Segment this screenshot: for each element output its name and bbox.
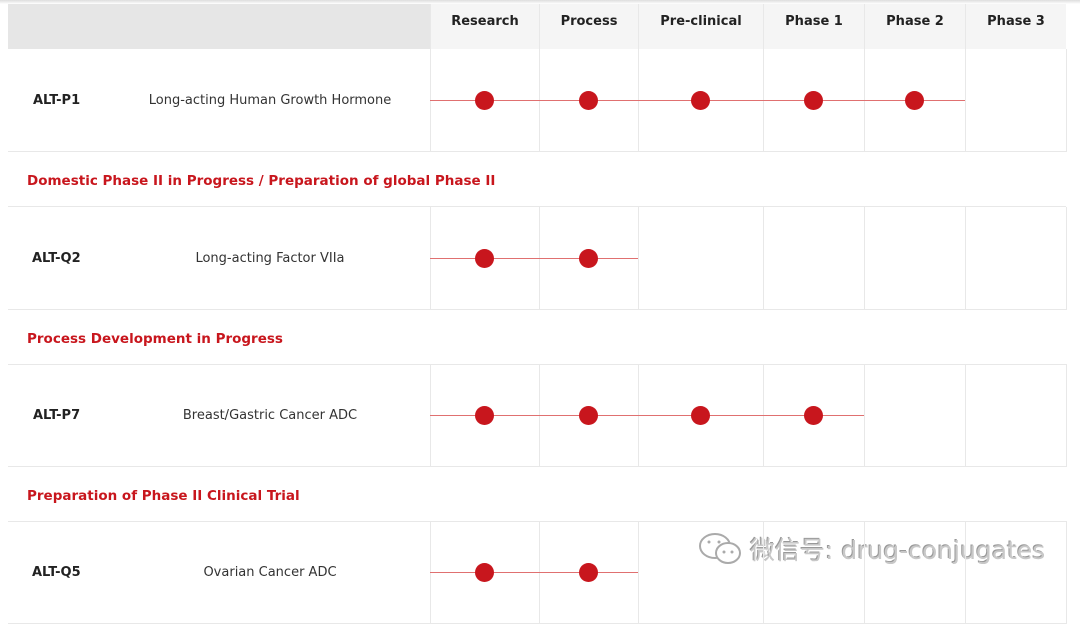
header-phase-3: Phase 3 [965, 4, 1066, 49]
column-divider [965, 364, 966, 467]
header-blank [8, 4, 430, 49]
stage-dot [475, 91, 494, 110]
column-divider [1066, 521, 1067, 624]
watermark: 微信号: drug-conjugates [698, 531, 1045, 567]
product-name: Breast/Gastric Cancer ADC [182, 408, 358, 423]
stage-dot [905, 91, 924, 110]
status-note: Preparation of Phase II Clinical Trial [27, 488, 300, 504]
stage-dot [691, 406, 710, 425]
column-divider [1066, 207, 1067, 310]
stage-dot [579, 249, 598, 268]
status-note: Domestic Phase II in Progress / Preparat… [27, 173, 496, 189]
header-phase-2: Phase 2 [864, 4, 965, 49]
product-code: ALT-Q2 [32, 251, 81, 266]
progress-line [430, 415, 864, 416]
column-divider [965, 521, 966, 624]
product-name: Ovarian Cancer ADC [203, 565, 337, 580]
column-divider [638, 207, 639, 310]
progress-line [430, 572, 638, 573]
product-code: ALT-P7 [33, 408, 81, 423]
row-divider [8, 466, 1066, 467]
column-divider [965, 49, 966, 152]
header-phase-1: Phase 1 [763, 4, 864, 49]
stage-dot [475, 249, 494, 268]
watermark-text: 微信号: drug-conjugates [750, 536, 1046, 565]
row-divider [8, 206, 1066, 207]
row-divider [8, 364, 1066, 365]
column-divider [1066, 364, 1067, 467]
stage-dot [579, 406, 598, 425]
column-divider [864, 521, 865, 624]
status-note: Process Development in Progress [27, 331, 283, 347]
product-name: Long-acting Factor VIIa [195, 251, 345, 266]
product-code: ALT-P1 [33, 93, 81, 108]
column-divider [638, 521, 639, 624]
row-divider [8, 309, 1066, 310]
row-divider [8, 151, 1066, 152]
stage-dot [804, 406, 823, 425]
stage-dot [579, 563, 598, 582]
column-divider [763, 207, 764, 310]
column-divider [763, 521, 764, 624]
header-pre-clinical: Pre-clinical [638, 4, 763, 49]
progress-line [430, 258, 638, 259]
product-name: Long-acting Human Growth Hormone [148, 93, 392, 108]
stage-dot [804, 91, 823, 110]
stage-dot [691, 91, 710, 110]
column-divider [965, 207, 966, 310]
header-process: Process [539, 4, 638, 49]
stage-dot [579, 91, 598, 110]
column-divider [864, 207, 865, 310]
header-research: Research [430, 4, 539, 49]
column-divider [864, 364, 865, 467]
row-divider [8, 521, 1066, 522]
stage-dot [475, 563, 494, 582]
wechat-icon [699, 533, 741, 564]
stage-dot [475, 406, 494, 425]
column-divider [1066, 49, 1067, 152]
product-code: ALT-Q5 [32, 565, 81, 580]
